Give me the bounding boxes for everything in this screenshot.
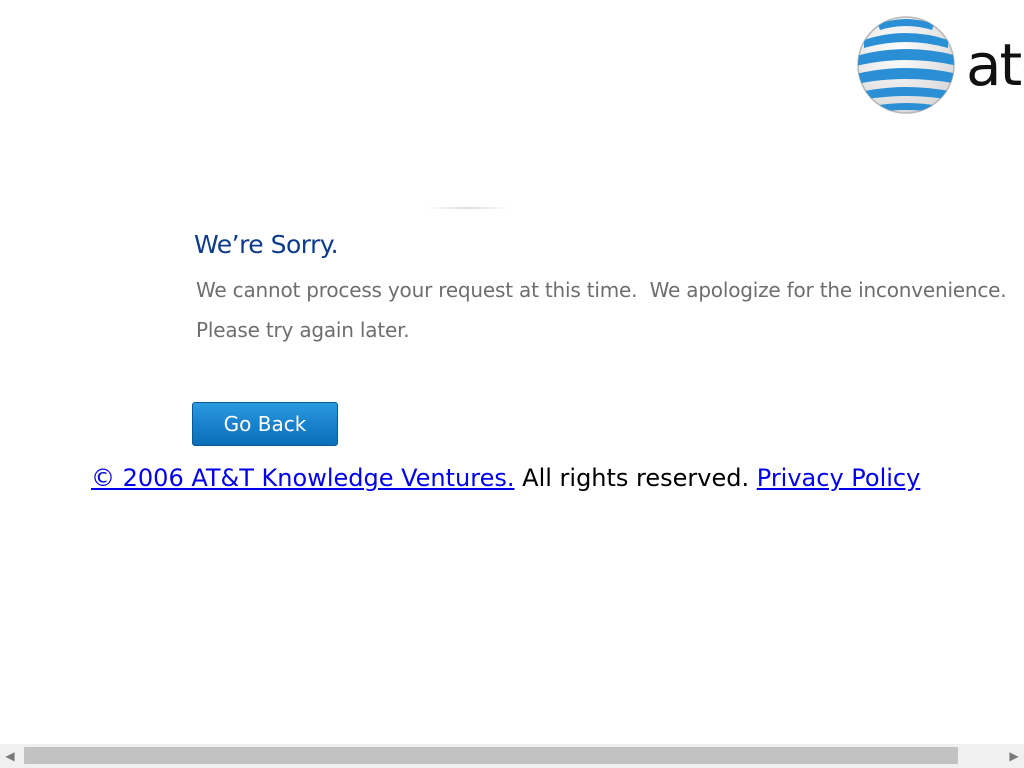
copyright-link[interactable]: © 2006 AT&T Knowledge Ventures. [91, 464, 515, 492]
scroll-left-icon[interactable]: ◀ [2, 748, 18, 764]
rights-text: All rights reserved. [514, 464, 757, 492]
att-logo[interactable]: at&t [856, 12, 1024, 120]
privacy-policy-link[interactable]: Privacy Policy [757, 464, 921, 492]
horizontal-scrollbar[interactable]: ◀ ▶ [0, 744, 1024, 768]
error-message: We cannot process your request at this t… [196, 278, 1007, 302]
go-back-button[interactable]: Go Back [192, 402, 338, 446]
att-logo-text: at&t [966, 31, 1024, 99]
footer: © 2006 AT&T Knowledge Ventures. All righ… [91, 464, 920, 492]
error-retry-message: Please try again later. [196, 318, 410, 342]
scroll-right-icon[interactable]: ▶ [1006, 748, 1022, 764]
divider [424, 207, 512, 209]
scrollbar-thumb[interactable] [24, 747, 958, 764]
page: at&t We’re Sorry. We cannot process your… [0, 0, 1024, 768]
error-title: We’re Sorry. [194, 230, 339, 259]
